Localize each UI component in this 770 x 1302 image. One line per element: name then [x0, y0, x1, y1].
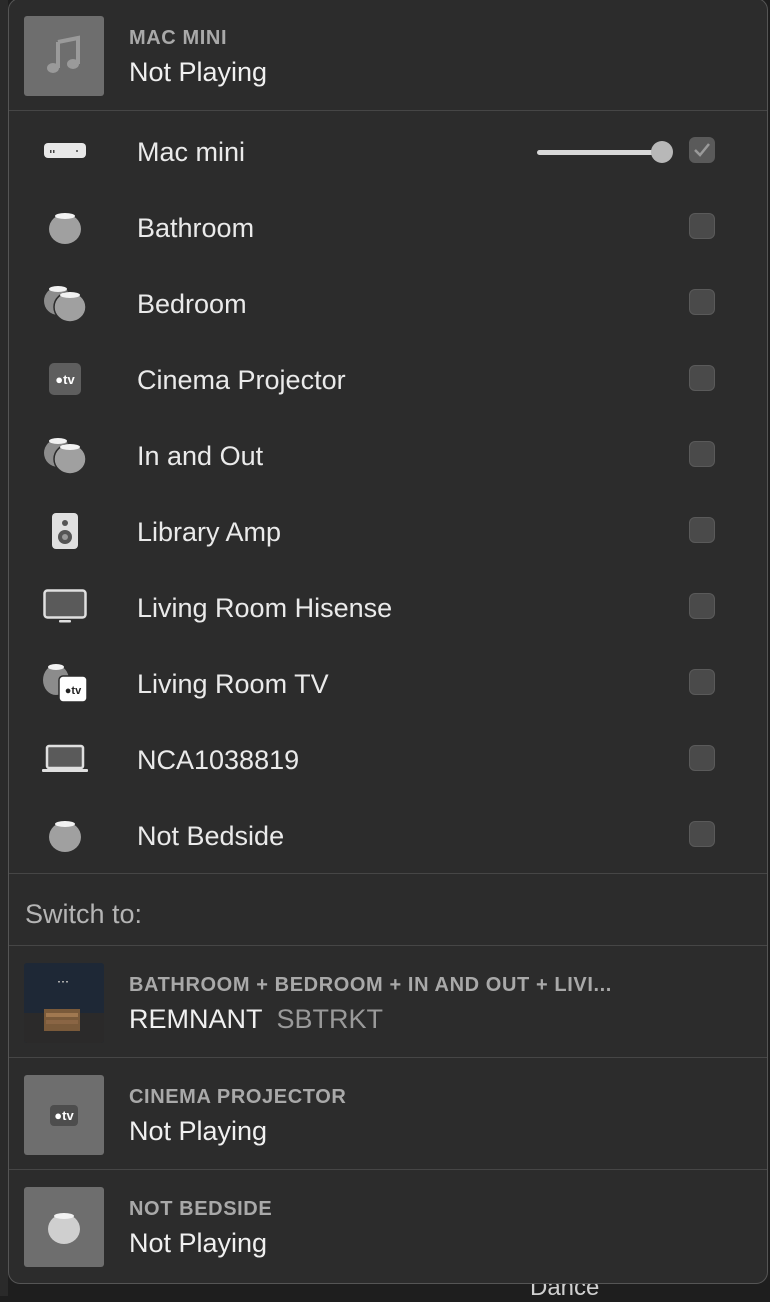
- device-checkbox-checked[interactable]: [689, 137, 715, 163]
- device-name: Cinema Projector: [137, 365, 346, 395]
- device-checkbox[interactable]: [689, 365, 715, 391]
- device-row-in-and-out[interactable]: In and Out: [9, 417, 767, 493]
- device-name: Living Room TV: [137, 669, 329, 699]
- track-title: REMNANT: [129, 1004, 263, 1034]
- device-checkbox[interactable]: [689, 821, 715, 847]
- album-art: [24, 963, 104, 1043]
- device-name: Bedroom: [137, 289, 247, 319]
- homepod-mini-icon: [24, 1187, 104, 1267]
- device-checkbox[interactable]: [689, 289, 715, 315]
- device-row-bathroom[interactable]: Bathroom: [9, 189, 767, 265]
- switch-to-item-not-bedside[interactable]: NOT BEDSIDE Not Playing: [9, 1170, 767, 1280]
- device-row-bedroom[interactable]: Bedroom: [9, 265, 767, 341]
- switch-item-title: Not Playing: [129, 1116, 268, 1146]
- device-row-library-amp[interactable]: Library Amp: [9, 493, 767, 569]
- switch-to-item-group[interactable]: BATHROOM + BEDROOM + IN AND OUT + LIVI..…: [9, 946, 767, 1056]
- tv-monitor-icon: [39, 583, 91, 631]
- device-checkbox[interactable]: [689, 745, 715, 771]
- apple-logo-icon: ●: [54, 1107, 63, 1123]
- divider: [9, 873, 767, 874]
- apple-logo-icon: ●: [55, 371, 64, 387]
- svg-text:●tv: ●tv: [65, 685, 82, 697]
- switch-to-heading: Switch to:: [25, 899, 143, 929]
- switch-item-source: BATHROOM + BEDROOM + IN AND OUT + LIVI..…: [129, 974, 612, 996]
- now-playing-source: MAC MINI: [129, 27, 228, 49]
- device-row-nca1038819[interactable]: NCA1038819: [9, 721, 767, 797]
- homepod-pair-icon: [39, 431, 91, 479]
- homepod-appletv-icon: ●tv: [39, 659, 91, 707]
- device-name: Library Amp: [137, 517, 282, 547]
- volume-slider-knob[interactable]: [651, 141, 673, 163]
- device-checkbox[interactable]: [689, 669, 715, 695]
- device-checkbox[interactable]: [689, 593, 715, 619]
- device-row-not-bedside[interactable]: Not Bedside: [9, 797, 767, 873]
- switch-item-source: CINEMA PROJECTOR: [129, 1086, 347, 1108]
- device-name: Living Room Hisense: [137, 593, 393, 623]
- speaker-icon: [39, 507, 91, 555]
- device-name: Not Bedside: [137, 821, 285, 851]
- switch-item-source: NOT BEDSIDE: [129, 1198, 273, 1220]
- device-checkbox[interactable]: [689, 213, 715, 239]
- device-row-living-room-hisense[interactable]: Living Room Hisense: [9, 569, 767, 645]
- device-row-mac-mini[interactable]: Mac mini: [9, 113, 767, 189]
- device-row-living-room-tv[interactable]: ●tv Living Room TV: [9, 645, 767, 721]
- laptop-icon: [39, 735, 91, 783]
- homepod-mini-icon: [39, 811, 91, 859]
- track-artist: SBTRKT: [276, 1004, 384, 1034]
- mac-mini-icon: [39, 127, 91, 175]
- device-name: Bathroom: [137, 213, 255, 243]
- apple-tv-icon: ●tv: [24, 1075, 104, 1155]
- device-checkbox[interactable]: [689, 517, 715, 543]
- switch-item-title: Not Playing: [129, 1228, 268, 1258]
- switch-to-item-cinema-projector[interactable]: ●tv CINEMA PROJECTOR Not Playing: [9, 1058, 767, 1168]
- device-name: In and Out: [137, 441, 264, 471]
- background-window-edge: [0, 0, 8, 1296]
- homepod-mini-icon: [39, 203, 91, 251]
- switch-item-title: REMNANT SBTRKT: [129, 1004, 383, 1035]
- apple-tv-label: tv: [62, 1107, 74, 1123]
- airplay-menu-panel: MAC MINI Not Playing Mac mini Bathroom B…: [8, 0, 768, 1284]
- divider: [9, 110, 767, 111]
- checkmark-icon: [694, 143, 710, 157]
- now-playing-header[interactable]: MAC MINI Not Playing: [9, 0, 767, 109]
- device-name: NCA1038819: [137, 745, 300, 775]
- device-name: Mac mini: [137, 137, 246, 167]
- apple-tv-icon: ●tv: [39, 355, 91, 403]
- music-note-icon: [24, 16, 104, 96]
- device-checkbox[interactable]: [689, 441, 715, 467]
- homepod-pair-icon: [39, 279, 91, 327]
- apple-tv-label: tv: [63, 371, 75, 387]
- device-row-cinema-projector[interactable]: ● tv Cinema Projector: [9, 341, 767, 417]
- volume-slider[interactable]: [537, 150, 665, 155]
- now-playing-status: Not Playing: [129, 57, 268, 87]
